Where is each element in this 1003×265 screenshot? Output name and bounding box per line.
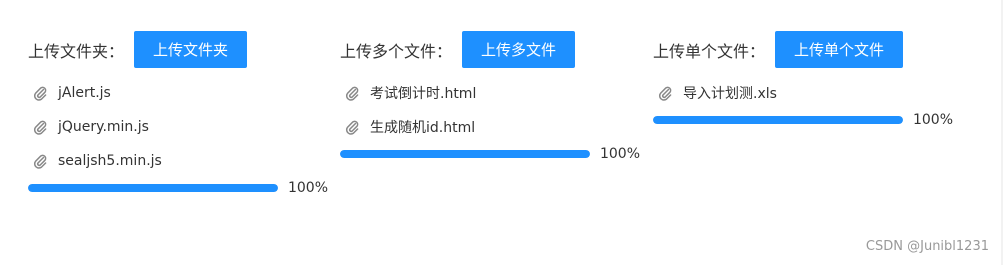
upload-single-file-list: 导入计划测.xls xyxy=(653,76,953,110)
upload-folder-label: 上传文件夹： xyxy=(28,41,125,61)
upload-folder-header: 上传文件夹： 上传文件夹 xyxy=(28,31,328,68)
file-item[interactable]: jQuery.min.js xyxy=(28,110,328,144)
paperclip-icon xyxy=(658,86,672,101)
upload-multiple-file-list: 考试倒计时.html 生成随机id.html xyxy=(340,76,640,144)
upload-multiple-header: 上传多个文件： 上传多文件 xyxy=(340,31,640,68)
paperclip-icon xyxy=(33,120,47,135)
upload-folder-group: 上传文件夹： 上传文件夹 jAlert.js jQuery.min.js sea… xyxy=(28,31,328,198)
file-item[interactable]: sealjsh5.min.js xyxy=(28,144,328,178)
progress-percent: 100% xyxy=(912,112,953,128)
progress-fill xyxy=(340,150,590,158)
upload-multiple-progress: 100% xyxy=(340,144,640,164)
progress-fill xyxy=(653,116,903,124)
upload-multiple-button[interactable]: 上传多文件 xyxy=(462,31,576,68)
upload-single-progress: 100% xyxy=(653,110,953,130)
file-name: 生成随机id.html xyxy=(370,120,476,136)
upload-single-label: 上传单个文件： xyxy=(653,41,766,61)
progress-percent: 100% xyxy=(599,146,640,162)
paperclip-icon xyxy=(33,154,47,169)
progress-percent: 100% xyxy=(287,180,328,196)
paperclip-icon xyxy=(345,86,359,101)
file-item[interactable]: jAlert.js xyxy=(28,76,328,110)
upload-single-button[interactable]: 上传单个文件 xyxy=(775,31,904,68)
progress-track xyxy=(340,150,590,158)
paperclip-icon xyxy=(345,120,359,135)
paperclip-icon xyxy=(33,86,47,101)
upload-folder-progress: 100% xyxy=(28,178,328,198)
file-name: sealjsh5.min.js xyxy=(58,153,162,169)
progress-fill xyxy=(28,184,278,192)
file-name: jQuery.min.js xyxy=(58,119,149,135)
file-name: jAlert.js xyxy=(58,85,111,101)
upload-folder-file-list: jAlert.js jQuery.min.js sealjsh5.min.js xyxy=(28,76,328,178)
upload-multiple-label: 上传多个文件： xyxy=(340,41,453,61)
upload-folder-button[interactable]: 上传文件夹 xyxy=(134,31,248,68)
upload-single-group: 上传单个文件： 上传单个文件 导入计划测.xls 100% xyxy=(653,31,953,130)
file-item[interactable]: 考试倒计时.html xyxy=(340,76,640,110)
file-name: 考试倒计时.html xyxy=(370,86,477,102)
upload-multiple-group: 上传多个文件： 上传多文件 考试倒计时.html 生成随机id.html 100… xyxy=(340,31,640,164)
progress-track xyxy=(653,116,903,124)
file-item[interactable]: 导入计划测.xls xyxy=(653,76,953,110)
watermark-text: CSDN @Junibl1231 xyxy=(865,239,989,254)
file-name: 导入计划测.xls xyxy=(683,86,777,102)
progress-track xyxy=(28,184,278,192)
file-item[interactable]: 生成随机id.html xyxy=(340,110,640,144)
upload-single-header: 上传单个文件： 上传单个文件 xyxy=(653,31,953,68)
